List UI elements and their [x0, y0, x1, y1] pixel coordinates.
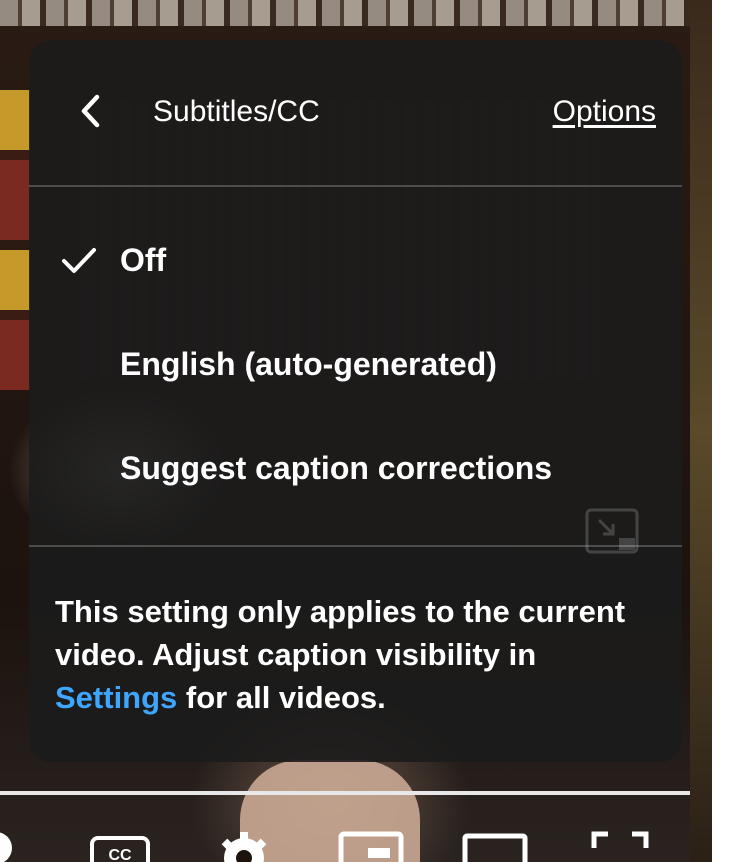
menu-item-label: English (auto-generated): [120, 346, 497, 382]
video-edge: [690, 0, 712, 862]
menu-item-english-auto[interactable]: English (auto-generated): [29, 312, 682, 416]
pip-icon: [585, 508, 639, 554]
caption-settings-note: This setting only applies to the current…: [55, 590, 655, 719]
menu-item-label: Suggest caption corrections: [120, 450, 553, 486]
note-text-after: for all videos.: [177, 680, 386, 715]
settings-link[interactable]: Settings: [55, 680, 177, 715]
panel-title: Subtitles/CC: [153, 95, 320, 128]
settings-gear-icon[interactable]: [214, 818, 274, 862]
menu-item-off[interactable]: Off: [29, 208, 682, 312]
autoplay-toggle-icon[interactable]: [0, 818, 22, 862]
panel-header: Subtitles/CC Options: [29, 40, 682, 186]
miniplayer-icon[interactable]: [338, 818, 404, 862]
options-link[interactable]: Options: [553, 94, 656, 130]
menu-item-label: Off: [120, 242, 167, 278]
progress-fill: [0, 791, 690, 795]
progress-bar[interactable]: [0, 791, 690, 795]
svg-text:CC: CC: [108, 847, 132, 862]
checkmark-icon: [62, 248, 96, 273]
bookshelf-top: [0, 0, 712, 26]
page-margin: [712, 0, 755, 862]
subtitles-cc-icon[interactable]: CC: [90, 818, 150, 862]
note-text: This setting only applies to the current…: [55, 594, 626, 672]
chevron-left-icon: [81, 94, 100, 128]
header-divider: [29, 185, 682, 187]
theater-mode-icon[interactable]: [462, 818, 528, 862]
bookshelf-left: [0, 90, 30, 390]
back-button[interactable]: [75, 92, 105, 130]
player-controls: CC: [0, 818, 712, 862]
footer-divider: [29, 545, 682, 547]
subtitle-track-menu: Off English (auto-generated) Suggest cap…: [29, 208, 682, 520]
subtitles-settings-panel: Subtitles/CC Options Off English (auto-g…: [29, 40, 682, 762]
fullscreen-icon[interactable]: [590, 818, 650, 862]
menu-item-suggest-corrections[interactable]: Suggest caption corrections: [29, 416, 682, 520]
